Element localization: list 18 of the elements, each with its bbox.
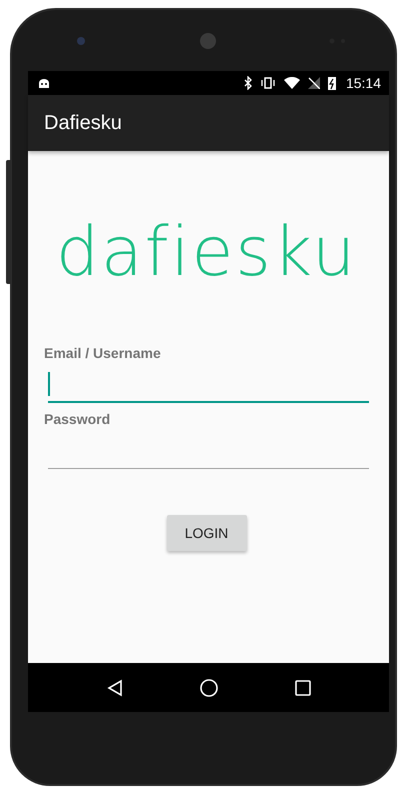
app-title: Dafiesku [44,112,122,134]
battery-charging-icon [328,76,336,90]
logo: dafiesku [56,219,358,287]
status-time: 15:14 [346,75,381,91]
android-icon [38,78,50,88]
wifi-icon [284,77,300,89]
back-icon [106,678,124,696]
field-label: Email / Username [44,345,161,361]
camera-icon [76,36,86,46]
text-cursor [48,372,50,396]
login-button[interactable]: LOGIN [166,515,246,551]
field-label: Password [44,411,110,427]
recents-icon [294,678,312,696]
vibrate-icon [260,77,276,89]
bluetooth-icon [244,76,252,90]
no-signal-icon [308,77,320,89]
home-icon [198,678,218,698]
speaker-grille-icon [198,32,216,50]
